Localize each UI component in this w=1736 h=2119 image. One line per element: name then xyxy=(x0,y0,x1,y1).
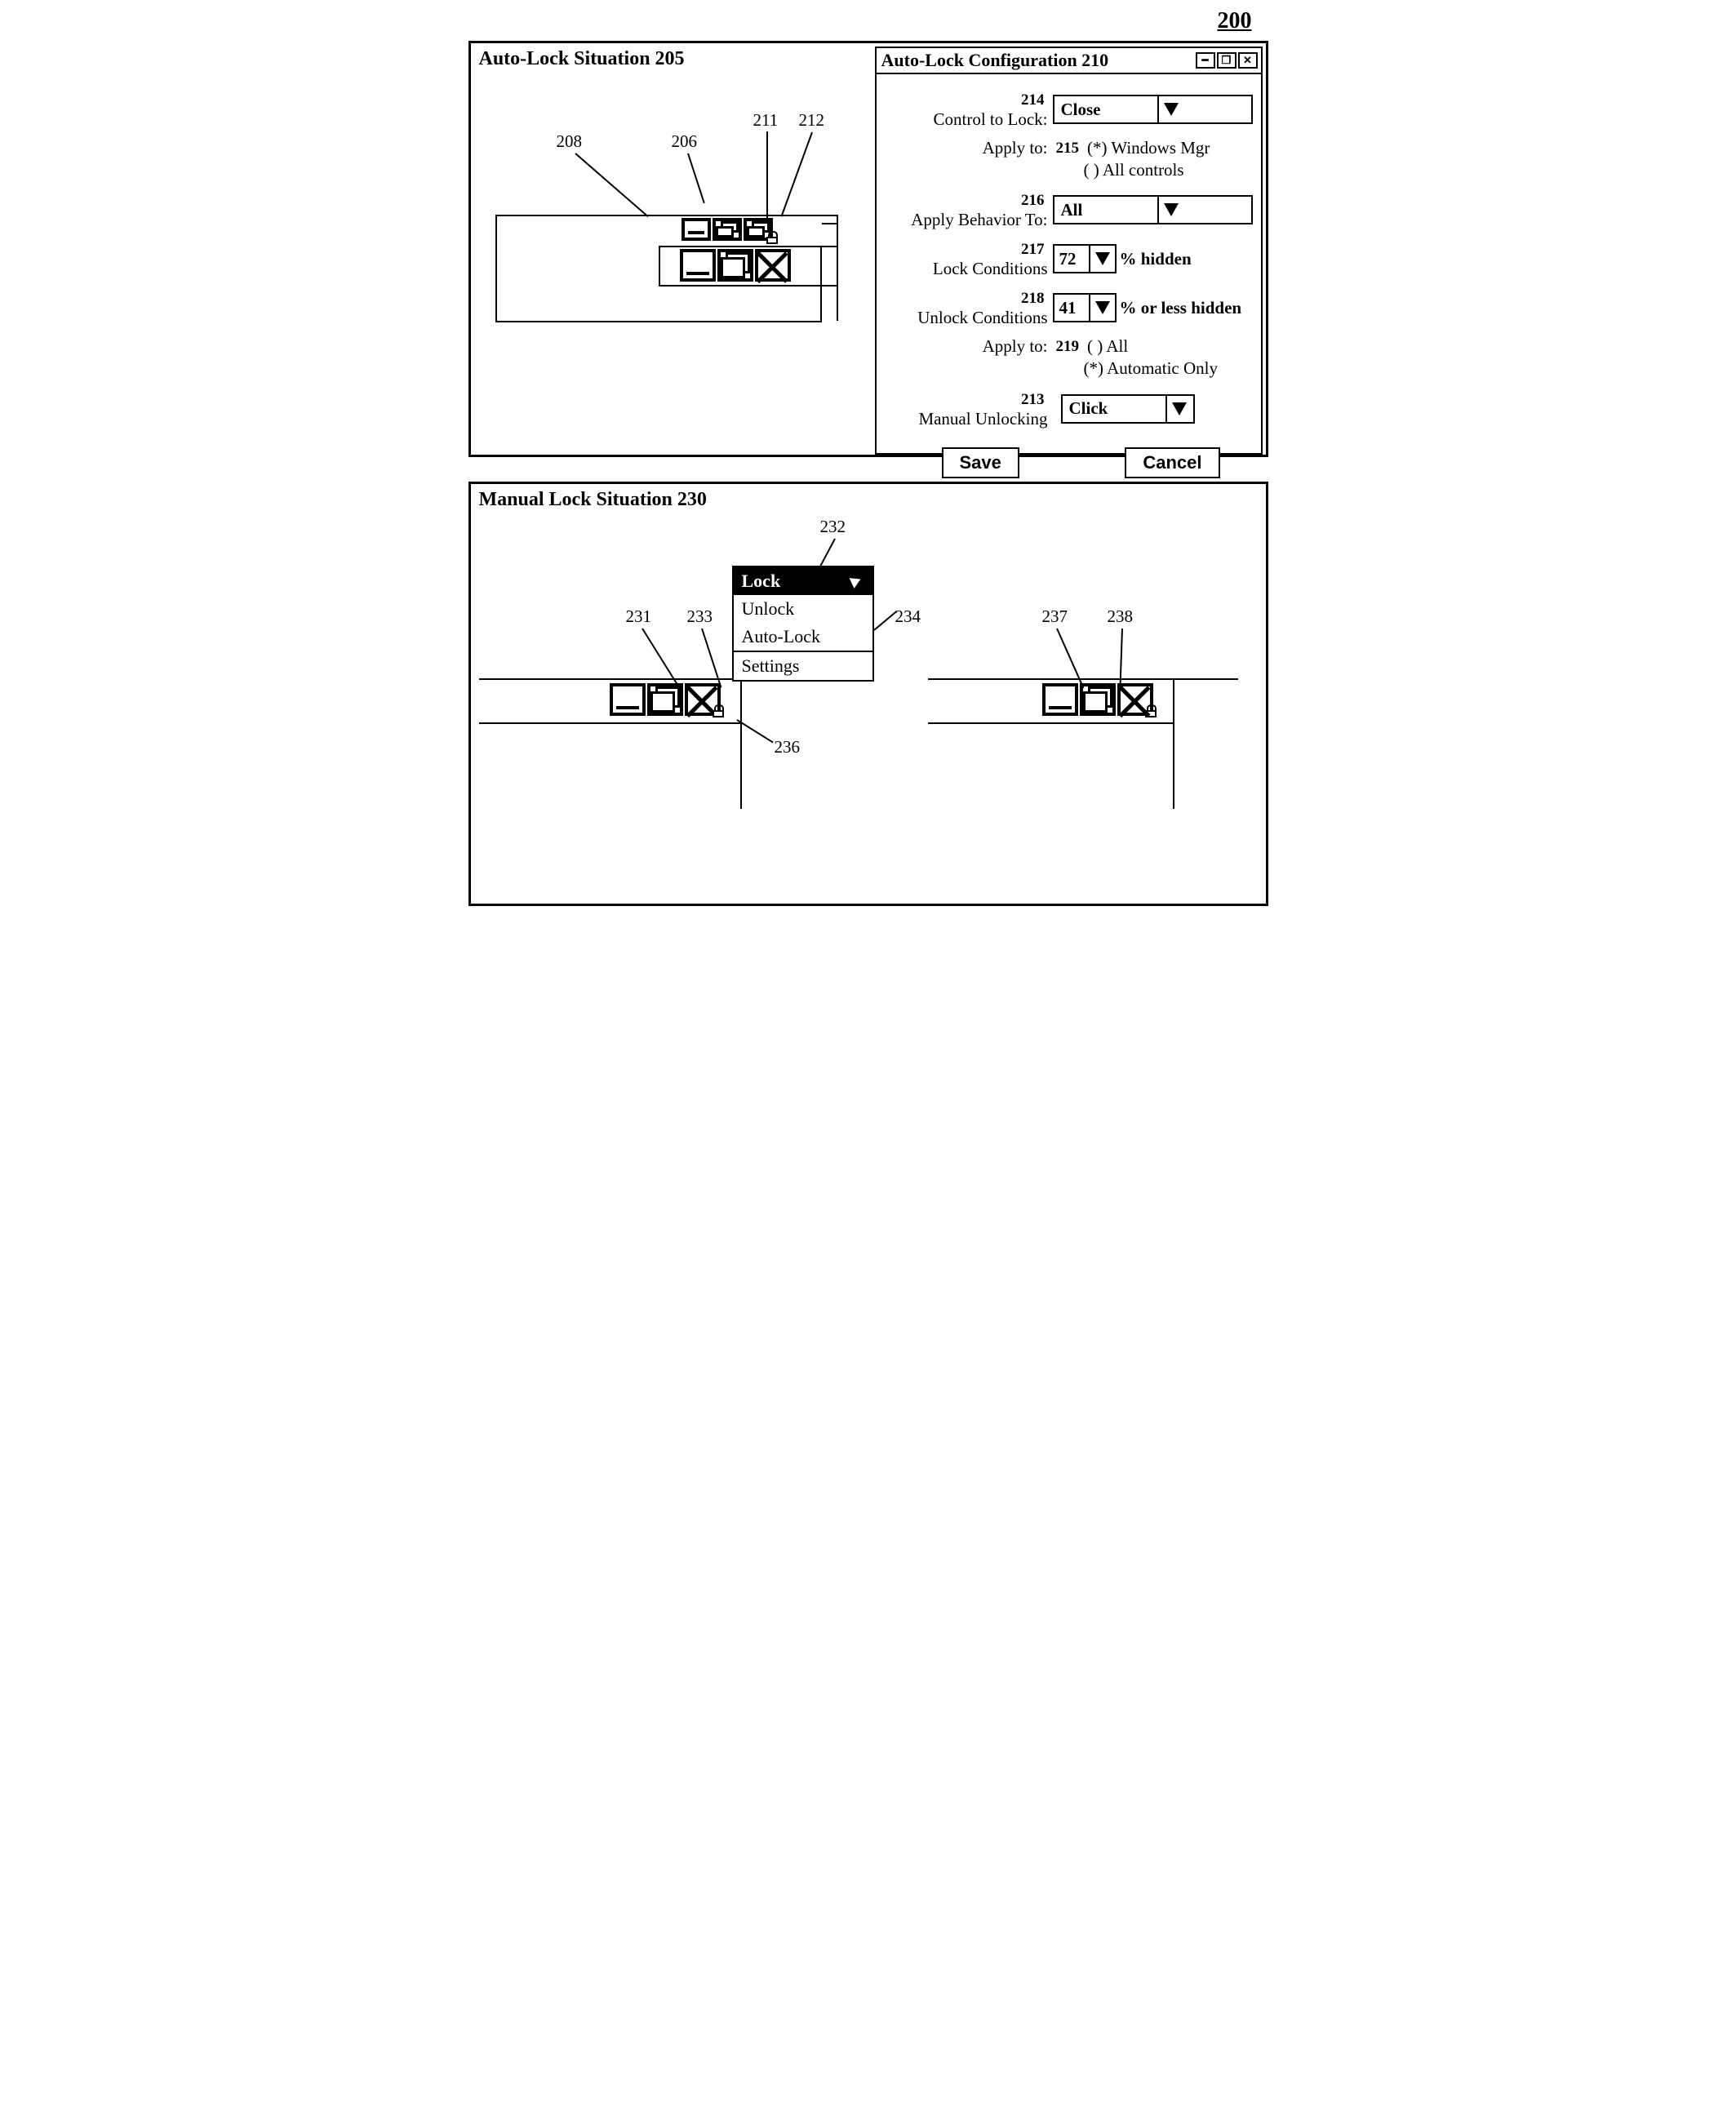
back-close-locked-icon xyxy=(744,218,773,241)
cancel-button[interactable]: Cancel xyxy=(1125,447,1219,478)
callout-233: 233 xyxy=(687,606,713,627)
callout-234: 234 xyxy=(895,606,921,627)
label-unlock-conditions: Unlock Conditions xyxy=(917,308,1047,327)
control-to-lock-select[interactable]: Close xyxy=(1053,95,1253,124)
callout-231: 231 xyxy=(626,606,652,627)
right-close-icon[interactable] xyxy=(1117,683,1153,716)
dialog-window-controls: ━ ❐ ✕ xyxy=(1196,52,1258,69)
chevron-down-icon xyxy=(1157,197,1183,223)
figure-number: 200 xyxy=(1218,8,1252,34)
ref-218: 218 xyxy=(1021,290,1045,307)
callout-236: 236 xyxy=(775,737,801,757)
callout-208: 208 xyxy=(557,131,583,152)
radio-windows-mgr[interactable]: (*) Windows Mgr xyxy=(1087,138,1210,158)
label-apply-to: Apply to: xyxy=(983,138,1048,158)
label-apply-to2: Apply to: xyxy=(983,336,1048,356)
label-manual-unlocking: Manual Unlocking xyxy=(918,409,1047,429)
right-restore-locked-icon[interactable] xyxy=(1080,683,1116,716)
unlock-percent-suffix: % or less hidden xyxy=(1120,298,1242,318)
context-menu: Lock Unlock Auto-Lock Settings xyxy=(732,566,874,682)
callout-238: 238 xyxy=(1108,606,1134,627)
ref-217: 217 xyxy=(1021,241,1045,258)
chevron-down-icon xyxy=(1089,246,1115,272)
menu-item-settings[interactable]: Settings xyxy=(734,652,872,680)
menu-item-lock[interactable]: Lock xyxy=(734,567,872,595)
save-button[interactable]: Save xyxy=(942,447,1019,478)
right-minimize-icon[interactable] xyxy=(1042,683,1078,716)
ref-213: 213 xyxy=(1021,391,1045,408)
left-restore-icon[interactable] xyxy=(647,683,683,716)
callout-211: 211 xyxy=(753,110,779,131)
dialog-close-icon[interactable]: ✕ xyxy=(1238,52,1258,69)
ref-219: 219 xyxy=(1056,338,1080,356)
back-restore-icon xyxy=(713,218,742,241)
front-restore-icon xyxy=(717,249,753,282)
menu-item-unlock[interactable]: Unlock xyxy=(734,595,872,623)
front-close-icon xyxy=(755,249,791,282)
dialog-minimize-icon[interactable]: ━ xyxy=(1196,52,1215,69)
callout-232: 232 xyxy=(820,517,846,537)
callout-206: 206 xyxy=(672,131,698,152)
auto-lock-panel: Auto-Lock Situation 205 xyxy=(468,41,1268,457)
config-title: Auto-Lock Configuration 210 xyxy=(881,50,1109,71)
panel-title-manual: Manual Lock Situation 230 xyxy=(479,489,707,511)
chevron-down-icon xyxy=(1089,295,1115,321)
cursor-icon xyxy=(849,574,863,589)
callout-212: 212 xyxy=(799,110,825,131)
label-lock-conditions: Lock Conditions xyxy=(933,259,1048,278)
left-minimize-icon[interactable] xyxy=(610,683,646,716)
chevron-down-icon xyxy=(1165,396,1192,422)
radio-automatic-only[interactable]: (*) Automatic Only xyxy=(1084,358,1218,378)
manual-lock-panel: Manual Lock Situation 230 Lock Unlock Au… xyxy=(468,482,1268,906)
ref-214: 214 xyxy=(1021,91,1045,109)
panel-title-auto: Auto-Lock Situation 205 xyxy=(479,48,685,70)
radio-all-controls[interactable]: ( ) All controls xyxy=(1084,160,1184,180)
back-minimize-icon xyxy=(682,218,711,241)
radio-all[interactable]: ( ) All xyxy=(1087,336,1128,357)
config-dialog: Auto-Lock Configuration 210 ━ ❐ ✕ 214 Co… xyxy=(875,47,1263,455)
label-apply-behavior: Apply Behavior To: xyxy=(911,210,1047,229)
lock-percent-suffix: % hidden xyxy=(1120,249,1192,269)
left-close-locked-icon[interactable] xyxy=(685,683,721,716)
menu-item-autolock[interactable]: Auto-Lock xyxy=(734,623,872,651)
front-minimize-icon xyxy=(680,249,716,282)
ref-216: 216 xyxy=(1021,192,1045,209)
manual-unlocking-select[interactable]: Click xyxy=(1061,394,1195,424)
chevron-down-icon xyxy=(1157,96,1183,122)
label-control-to-lock: Control to Lock: xyxy=(934,109,1048,129)
unlock-percent-select[interactable]: 41 xyxy=(1053,293,1117,322)
auto-lock-illustration xyxy=(495,182,838,337)
lock-percent-select[interactable]: 72 xyxy=(1053,244,1117,273)
callout-237: 237 xyxy=(1042,606,1068,627)
apply-behavior-select[interactable]: All xyxy=(1053,195,1253,224)
ref-215: 215 xyxy=(1056,140,1080,158)
dialog-restore-icon[interactable]: ❐ xyxy=(1217,52,1237,69)
